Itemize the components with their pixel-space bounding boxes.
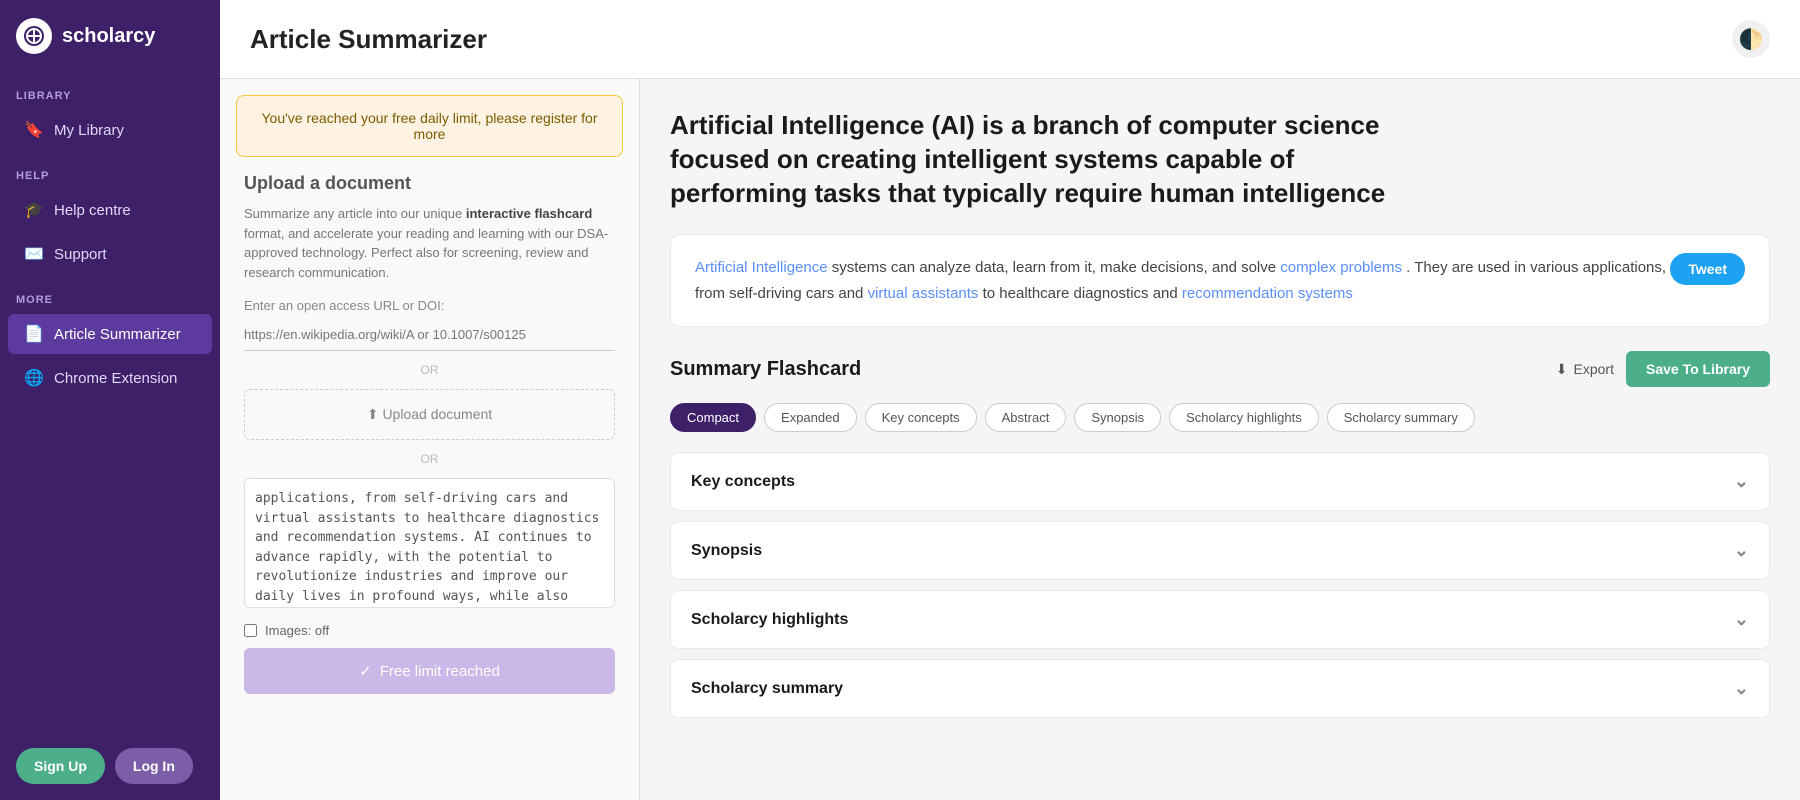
flashcard-header: Summary Flashcard ⬇ Export Save To Libra… [670, 351, 1770, 387]
accordion-header-synopsis[interactable]: Synopsis ⌄ [671, 522, 1769, 579]
upload-section: Upload a document Summarize any article … [220, 173, 639, 710]
chevron-down-icon: ⌄ [1734, 609, 1749, 630]
graduation-icon: 🎓 [24, 200, 44, 220]
login-button[interactable]: Log In [115, 748, 193, 784]
complex-problems-link[interactable]: complex problems [1280, 259, 1402, 276]
article-title: Artificial Intelligence (AI) is a branch… [670, 109, 1420, 210]
free-limit-label: Free limit reached [380, 663, 500, 680]
tabs-row: Compact Expanded Key concepts AbstractSynop… [670, 403, 1770, 432]
sidebar-item-article-summarizer[interactable]: 📄 Article Summarizer [8, 314, 212, 354]
content-area: You've reached your free daily limit, pl… [220, 79, 1800, 800]
header: Article Summarizer 🌓 [220, 0, 1800, 79]
sidebar-item-help[interactable]: 🎓 Help centre [8, 190, 212, 230]
alert-banner: You've reached your free daily limit, pl… [236, 95, 623, 157]
upload-icon: ⬆ [367, 406, 379, 422]
app-logo-icon [16, 18, 52, 54]
app-name: scholarcy [62, 25, 155, 48]
signup-button[interactable]: Sign Up [16, 748, 105, 784]
tab-compact[interactable]: Compact [670, 403, 756, 432]
or-divider-1: OR [244, 363, 615, 377]
tab-expanded[interactable]: Expanded [764, 403, 857, 432]
sidebar-item-my-library[interactable]: 🔖 My Library [8, 110, 212, 150]
tab-scholarcy-highlights[interactable]: Scholarcy highlights [1169, 403, 1319, 432]
help-centre-label: Help centre [54, 202, 131, 219]
accordion-header-scholarcy-summary[interactable]: Scholarcy summary ⌄ [671, 660, 1769, 717]
tab-key-concepts[interactable]: Key concepts [865, 403, 977, 432]
accordion-item: Key concepts ⌄ [670, 452, 1770, 511]
upload-document-button[interactable]: ⬆ Upload document [244, 389, 615, 440]
sidebar-logo: scholarcy [0, 0, 220, 72]
or-divider-2: OR [244, 452, 615, 466]
my-library-label: My Library [54, 122, 124, 139]
article-summarizer-label: Article Summarizer [54, 326, 181, 343]
desc-start: Summarize any article into our unique [244, 206, 466, 221]
support-label: Support [54, 246, 107, 263]
recommendation-systems-link[interactable]: recommendation systems [1182, 285, 1353, 302]
url-label: Enter an open access URL or DOI: [244, 298, 615, 313]
chrome-extension-label: Chrome Extension [54, 370, 177, 387]
url-input[interactable] [244, 319, 615, 351]
accordion-item: Scholarcy summary ⌄ [670, 659, 1770, 718]
chevron-down-icon: ⌄ [1734, 471, 1749, 492]
page-title: Article Summarizer [250, 24, 487, 55]
right-panel: Artificial Intelligence (AI) is a branch… [640, 79, 1800, 800]
sidebar-item-chrome-extension[interactable]: 🌐 Chrome Extension [8, 358, 212, 398]
download-icon: ⬇ [1556, 361, 1568, 378]
main-area: Article Summarizer 🌓 You've reached your… [220, 0, 1800, 800]
flashcard-actions: ⬇ Export Save To Library [1556, 351, 1770, 387]
bookmark-icon: 🔖 [24, 120, 44, 140]
tab-synopsis[interactable]: Synopsis [1074, 403, 1161, 432]
summary-box: Tweet Artificial Intelligence systems ca… [670, 234, 1770, 327]
virtual-assistants-link[interactable]: virtual assistants [868, 285, 979, 302]
accordion-label: Key concepts [691, 473, 795, 491]
flashcard-title: Summary Flashcard [670, 358, 861, 381]
checkmark-icon: ✓ [359, 662, 372, 680]
accordion-header-scholarcy-highlights[interactable]: Scholarcy highlights ⌄ [671, 591, 1769, 648]
sidebar-item-support[interactable]: ✉️ Support [8, 234, 212, 274]
images-checkbox-row: Images: off [244, 623, 615, 638]
accordion-label: Synopsis [691, 542, 762, 560]
export-button[interactable]: ⬇ Export [1556, 361, 1614, 378]
sidebar: scholarcy LIBRARY 🔖 My Library HELP 🎓 He… [0, 0, 220, 800]
tab-abstract[interactable]: Abstract [985, 403, 1067, 432]
theme-toggle-button[interactable]: 🌓 [1732, 20, 1770, 58]
summary-part3: to healthcare diagnostics and [983, 285, 1182, 302]
chevron-down-icon: ⌄ [1734, 678, 1749, 699]
library-section-label: LIBRARY [0, 72, 220, 108]
upload-btn-label: Upload document [382, 406, 492, 422]
envelope-icon: ✉️ [24, 244, 44, 264]
accordion-item: Synopsis ⌄ [670, 521, 1770, 580]
left-panel: You've reached your free daily limit, pl… [220, 79, 640, 800]
help-section-label: HELP [0, 152, 220, 188]
desc-end: format, and accelerate your reading and … [244, 226, 608, 280]
free-limit-button: ✓ Free limit reached [244, 648, 615, 694]
summary-part1: systems can analyze data, learn from it,… [832, 259, 1281, 276]
summary-text: Artificial Intelligence systems can anal… [695, 255, 1745, 306]
tab-scholarcy-summary[interactable]: Scholarcy summary [1327, 403, 1475, 432]
chevron-down-icon: ⌄ [1734, 540, 1749, 561]
ai-link[interactable]: Artificial Intelligence [695, 259, 828, 276]
upload-title: Upload a document [244, 173, 615, 194]
accordion-label: Scholarcy highlights [691, 611, 848, 629]
accordion-item: Scholarcy highlights ⌄ [670, 590, 1770, 649]
accordion-label: Scholarcy summary [691, 680, 843, 698]
chrome-icon: 🌐 [24, 368, 44, 388]
save-to-library-button[interactable]: Save To Library [1626, 351, 1770, 387]
sidebar-actions: Sign Up Log In [0, 732, 220, 800]
more-section-label: MORE [0, 276, 220, 312]
article-icon: 📄 [24, 324, 44, 344]
images-checkbox[interactable] [244, 624, 257, 637]
desc-bold: interactive flashcard [466, 206, 592, 221]
export-label: Export [1574, 361, 1614, 377]
tweet-button[interactable]: Tweet [1670, 253, 1745, 285]
images-label: Images: off [265, 623, 329, 638]
accordion-container: Key concepts ⌄ Synopsis ⌄ Scholarcy high… [670, 452, 1770, 718]
text-paste-area[interactable]: applications, from self-driving cars and… [244, 478, 615, 608]
accordion-header-key-concepts[interactable]: Key concepts ⌄ [671, 453, 1769, 510]
upload-description: Summarize any article into our unique in… [244, 204, 615, 282]
